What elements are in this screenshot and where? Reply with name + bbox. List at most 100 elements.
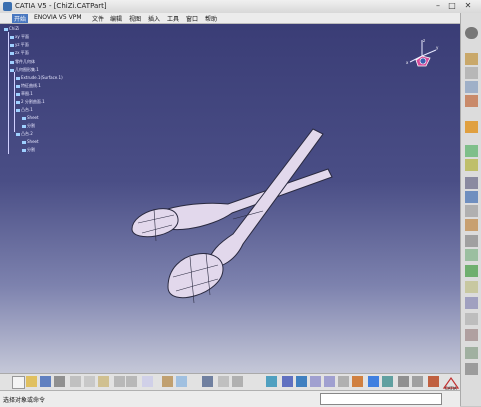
redo-icon[interactable]	[126, 376, 137, 387]
copy-icon[interactable]	[84, 376, 95, 387]
slot-icon[interactable]	[465, 177, 478, 189]
tree-node[interactable]: 零件几何体	[10, 59, 35, 65]
draft-icon[interactable]	[465, 249, 478, 261]
zoom-out-icon[interactable]	[324, 376, 335, 387]
groove-icon[interactable]	[465, 121, 478, 133]
zoom-in-icon[interactable]	[310, 376, 321, 387]
help-icon[interactable]	[142, 376, 153, 387]
tree-node[interactable]: 几何图形集.1	[10, 67, 39, 73]
tree-node[interactable]: 凸台.1	[16, 107, 33, 113]
close-surface-icon[interactable]	[465, 347, 478, 359]
svg-text:y: y	[436, 45, 439, 50]
part-icon	[4, 27, 8, 31]
sketch-icon	[16, 92, 20, 96]
fit-all-icon[interactable]	[266, 376, 277, 387]
spoon-model[interactable]	[118, 119, 348, 319]
tree-node[interactable]: zx 平面	[10, 50, 29, 56]
shell-icon[interactable]	[465, 265, 478, 277]
tree-node[interactable]: Extrude.1(Surface.1)	[16, 75, 63, 80]
pad-icon	[16, 132, 20, 136]
split-icon	[22, 148, 26, 152]
command-input[interactable]	[320, 393, 442, 405]
rotate-view-icon[interactable]	[296, 376, 307, 387]
3d-viewport[interactable]: ChiZi xy 平面 yz 平面 zx 平面 零件几何体 几何图形集.1 Ex…	[0, 24, 460, 373]
tree-node[interactable]: xy 平面	[10, 34, 29, 40]
thickness-icon[interactable]	[465, 281, 478, 293]
cut-icon[interactable]	[70, 376, 81, 387]
menu-edit[interactable]: 编辑	[108, 14, 124, 23]
shaft-icon[interactable]	[465, 95, 478, 107]
layer-icon[interactable]	[232, 376, 243, 387]
gear-icon[interactable]	[465, 27, 478, 39]
table-icon[interactable]	[202, 376, 213, 387]
menu-enovia[interactable]: ENOVIA V5 VPM	[32, 14, 84, 21]
pocket-icon[interactable]	[465, 81, 478, 93]
sphere-icon[interactable]	[218, 376, 229, 387]
pan-icon[interactable]	[282, 376, 293, 387]
menu-bar: 开始 ENOVIA V5 VPM 文件 编辑 视图 插入 工具 窗口 帮助	[0, 13, 460, 24]
formula-icon[interactable]	[162, 376, 173, 387]
hole-icon[interactable]	[465, 145, 478, 157]
iso-view-icon[interactable]	[352, 376, 363, 387]
menu-tools[interactable]: 工具	[165, 14, 181, 23]
pad-icon	[16, 108, 20, 112]
thread-icon[interactable]	[465, 297, 478, 309]
open-icon[interactable]	[26, 376, 37, 387]
tree-node[interactable]: 特征曲线.1	[16, 83, 41, 89]
thick-surface-icon[interactable]	[465, 329, 478, 341]
tree-node[interactable]: 2 分割曲面.1	[16, 99, 45, 105]
chamfer-icon[interactable]	[465, 235, 478, 247]
rib-icon[interactable]	[465, 159, 478, 171]
tree-node[interactable]: Sheet	[22, 139, 39, 144]
catia-app-icon	[3, 2, 12, 11]
menu-help[interactable]: 帮助	[203, 14, 219, 23]
title-bar: CATIA V5 - [ChiZi.CATPart] – □ ✕	[0, 0, 481, 14]
menu-start[interactable]: 开始	[12, 14, 29, 23]
menu-file[interactable]: 文件	[90, 14, 106, 23]
layer-icon[interactable]	[412, 376, 423, 387]
menu-view[interactable]: 视图	[127, 14, 143, 23]
sheet-icon	[22, 140, 26, 144]
split-icon[interactable]	[465, 313, 478, 325]
tree-node[interactable]: ChiZi	[4, 26, 19, 31]
minimize-icon[interactable]: –	[432, 1, 444, 11]
paste-icon[interactable]	[98, 376, 109, 387]
sheet-icon	[22, 116, 26, 120]
print-icon[interactable]	[54, 376, 65, 387]
normal-view-icon[interactable]	[338, 376, 349, 387]
comment-icon[interactable]	[176, 376, 187, 387]
new-icon[interactable]	[12, 376, 25, 389]
hide-show-icon[interactable]	[382, 376, 393, 387]
undo-icon[interactable]	[114, 376, 125, 387]
status-bar: 选择对象或命令	[0, 390, 460, 407]
sew-surface-icon[interactable]	[465, 363, 478, 375]
tree-node[interactable]: 草图.1	[16, 91, 33, 97]
tree-node[interactable]: Sheet	[22, 115, 39, 120]
catia-logo-text: CATIA	[445, 386, 457, 391]
stiffener-icon[interactable]	[465, 191, 478, 203]
tree-connector	[8, 32, 9, 154]
sketch-icon[interactable]	[465, 53, 478, 65]
render-style-icon[interactable]	[368, 376, 379, 387]
tree-node[interactable]: yz 平面	[10, 42, 29, 48]
tree-node[interactable]: 凸台.2	[16, 131, 33, 137]
swap-space-icon[interactable]	[398, 376, 409, 387]
plane-icon	[10, 43, 14, 47]
plane-icon	[10, 51, 14, 55]
fillet-icon[interactable]	[465, 219, 478, 231]
split-surface-icon	[16, 100, 20, 104]
compass-icon[interactable]: z x y	[404, 36, 440, 70]
menu-window[interactable]: 窗口	[184, 14, 200, 23]
loft-icon[interactable]	[465, 205, 478, 217]
extrude-icon	[16, 76, 20, 80]
geometric-set-icon	[10, 68, 14, 72]
menu-insert[interactable]: 插入	[146, 14, 162, 23]
save-icon[interactable]	[40, 376, 51, 387]
tree-node[interactable]: 分割	[22, 147, 35, 153]
close-icon[interactable]: ✕	[462, 1, 474, 11]
tree-node[interactable]: 分割	[22, 123, 35, 129]
maximize-icon[interactable]: □	[446, 1, 458, 11]
pad-icon[interactable]	[465, 67, 478, 79]
material-icon[interactable]	[428, 376, 439, 387]
bottom-toolbar	[0, 373, 460, 390]
